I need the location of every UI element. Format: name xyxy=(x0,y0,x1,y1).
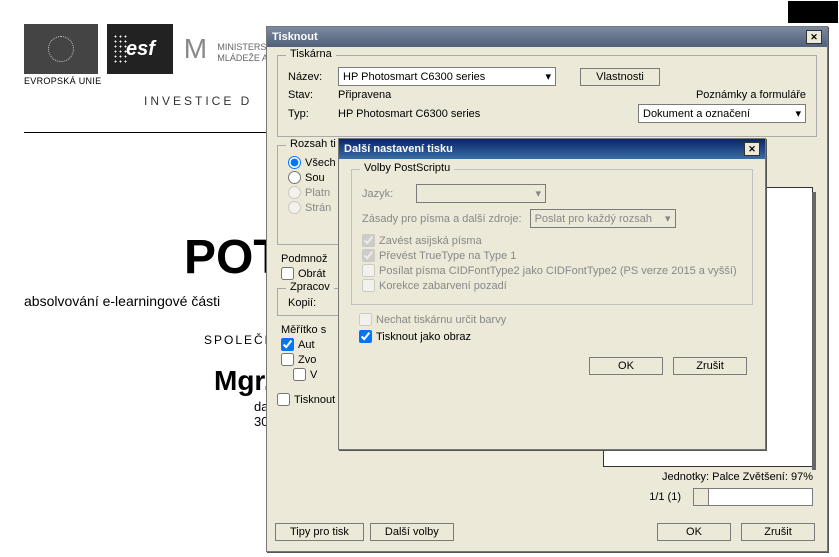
print-titlebar[interactable]: Tisknout ✕ xyxy=(267,27,827,47)
close-icon[interactable]: ✕ xyxy=(744,142,760,156)
adv-dialog-title: Další nastavení tisku xyxy=(344,143,453,155)
bg-correction-check: Korekce zabarvení pozadí xyxy=(362,279,742,292)
printer-state-value: Připravena xyxy=(338,89,391,101)
chevron-down-icon: ▾ xyxy=(795,107,801,120)
scale-label: Měřítko s xyxy=(281,324,347,336)
cid-check: Posílat písma CIDFontType2 jako CIDFontT… xyxy=(362,264,742,277)
truetype-check: Převést TrueType na Type 1 xyxy=(362,249,742,262)
print-dialog-title: Tisknout xyxy=(272,31,318,43)
zvo-check[interactable]: Zvo xyxy=(281,353,347,366)
tips-button[interactable]: Tipy pro tisk xyxy=(275,523,364,541)
notes-label: Poznámky a formuláře xyxy=(696,89,806,101)
printer-group-title: Tiskárna xyxy=(286,48,336,60)
range-current-radio[interactable]: Sou xyxy=(288,171,336,184)
adv-ok-button[interactable]: OK xyxy=(589,357,663,375)
chevron-down-icon: ▾ xyxy=(535,187,541,200)
copies-label: Kopií: xyxy=(288,297,336,309)
print-as-image-check[interactable]: Tisknout jako obraz xyxy=(359,330,753,343)
adv-cancel-button[interactable]: Zrušit xyxy=(673,357,747,375)
printer-colors-check: Nechat tiskárnu určit barvy xyxy=(359,313,753,326)
postscript-group: Volby PostScriptu Jazyk: ▾ Zásady pro pí… xyxy=(351,169,753,305)
policy-select: Poslat pro každý rozsah▾ xyxy=(530,209,676,228)
printer-type-label: Typ: xyxy=(288,108,338,120)
eu-label: EVROPSKÁ UNIE xyxy=(24,76,101,86)
units-label: Jednotky: Palce Zvětšení: 97% xyxy=(662,471,813,483)
page-indicator: 1/1 (1) xyxy=(649,491,681,503)
chevron-down-icon: ▾ xyxy=(665,212,671,225)
cancel-button[interactable]: Zrušit xyxy=(741,523,815,541)
ok-button[interactable]: OK xyxy=(657,523,731,541)
advanced-settings-dialog: Další nastavení tisku ✕ Volby PostScript… xyxy=(338,138,766,450)
lang-select: ▾ xyxy=(416,184,546,203)
asian-fonts-check: Zavést asijská písma xyxy=(362,234,742,247)
close-icon[interactable]: ✕ xyxy=(806,30,822,44)
lang-label: Jazyk: xyxy=(362,188,408,200)
printer-name-select[interactable]: HP Photosmart C6300 series▾ xyxy=(338,67,556,86)
printer-name-label: Název: xyxy=(288,71,338,83)
ministry-logo: M xyxy=(179,24,211,74)
chevron-down-icon: ▾ xyxy=(545,70,551,83)
reverse-check[interactable]: Obrát xyxy=(281,267,347,280)
range-group-title: Rozsah ti xyxy=(286,138,340,150)
eu-flag-logo xyxy=(24,24,98,74)
range-valid-radio[interactable]: Platn xyxy=(288,186,336,199)
range-pages-radio[interactable]: Strán xyxy=(288,201,336,214)
printer-state-label: Stav: xyxy=(288,89,338,101)
range-group: Rozsah ti Všech Sou Platn Strán xyxy=(277,145,347,245)
subset-label: Podmnož xyxy=(281,253,347,265)
ps-group-title: Volby PostScriptu xyxy=(360,162,454,174)
printer-type-value: HP Photosmart C6300 series xyxy=(338,108,480,120)
adv-titlebar[interactable]: Další nastavení tisku ✕ xyxy=(339,139,765,159)
range-all-radio[interactable]: Všech xyxy=(288,156,336,169)
printer-group: Tiskárna Název: HP Photosmart C6300 seri… xyxy=(277,55,817,137)
policy-label: Zásady pro písma a další zdroje: xyxy=(362,213,522,225)
auto-check[interactable]: Aut xyxy=(281,338,347,351)
properties-button[interactable]: Vlastnosti xyxy=(580,68,660,86)
notes-select[interactable]: Dokument a označení▾ xyxy=(638,104,806,123)
esf-logo: esf xyxy=(107,24,173,74)
handle-group: Zpracov Kopií: xyxy=(277,288,347,316)
more-options-button[interactable]: Další volby xyxy=(370,523,454,541)
page-slider[interactable] xyxy=(693,488,813,506)
handle-group-title: Zpracov xyxy=(286,281,334,293)
